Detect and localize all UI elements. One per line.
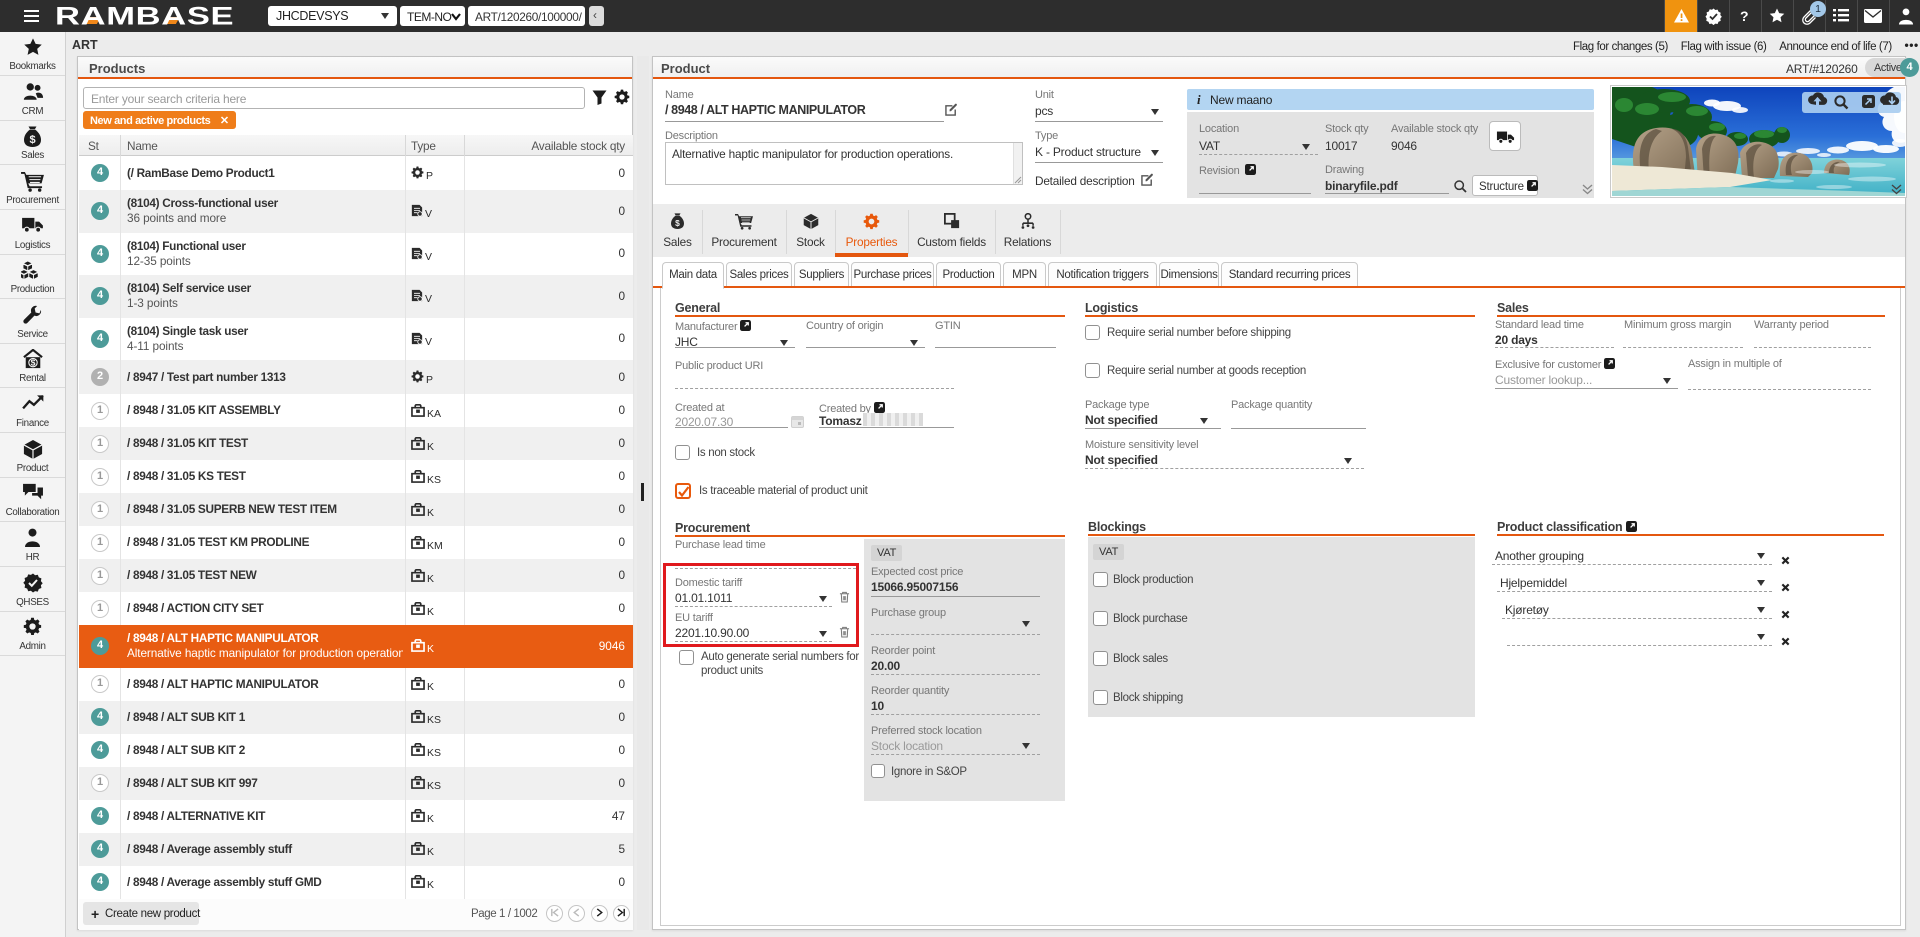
svg-text:$: $ [29,134,35,146]
svg-text:$: $ [675,218,680,228]
svg-text:$: $ [30,358,35,368]
